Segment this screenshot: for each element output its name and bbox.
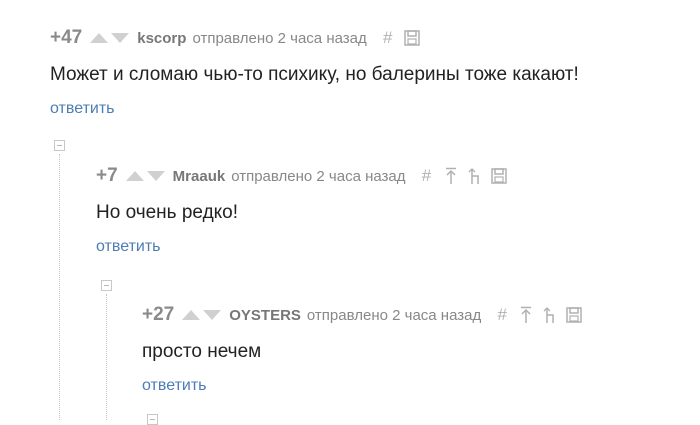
- comment-author[interactable]: Mraauk: [173, 168, 226, 185]
- reply-link[interactable]: ответить: [50, 100, 115, 118]
- comment-author[interactable]: OYSTERS: [229, 307, 301, 324]
- vote-controls: [182, 310, 222, 320]
- save-icon[interactable]: [490, 166, 508, 186]
- to-top-icon[interactable]: [442, 166, 460, 186]
- hash-icon[interactable]: #: [379, 28, 397, 48]
- vote-controls: [90, 33, 130, 43]
- comment-rating: +7: [96, 165, 118, 186]
- vote-up-icon[interactable]: [90, 33, 109, 43]
- hash-icon[interactable]: #: [493, 305, 511, 325]
- reply-link[interactable]: ответить: [142, 377, 207, 395]
- comment-rating: +27: [142, 304, 175, 325]
- comment-timestamp: отправлено 2 часа назад: [306, 306, 482, 324]
- comment-2: +7 Mraauk отправлено 2 часа назад # Но о…: [96, 164, 514, 256]
- comment-3: +27 OYSTERS отправлено 2 часа назад # пр…: [142, 303, 589, 395]
- parent-icon[interactable]: [466, 166, 484, 186]
- collapse-toggle-1[interactable]: [54, 140, 65, 151]
- save-icon[interactable]: [403, 28, 421, 48]
- thread-line-2: [106, 294, 107, 420]
- comment-tools: #: [379, 28, 427, 48]
- comment-author[interactable]: kscorp: [137, 30, 186, 47]
- comment-timestamp: отправлено 2 часа назад: [231, 167, 406, 185]
- comment-rating: +47: [50, 27, 83, 48]
- comment-tools: #: [418, 166, 514, 186]
- thread-line-1: [59, 154, 60, 420]
- vote-up-icon[interactable]: [182, 310, 201, 320]
- comment-timestamp: отправлено 2 часа назад: [192, 29, 367, 47]
- vote-up-icon[interactable]: [125, 171, 144, 181]
- parent-icon[interactable]: [541, 305, 559, 325]
- vote-controls: [125, 171, 165, 181]
- comment-text: Но очень редко!: [96, 202, 239, 223]
- comment-1: +47 kscorp отправлено 2 часа назад # Мож…: [50, 26, 579, 118]
- vote-down-icon[interactable]: [111, 33, 130, 43]
- save-icon[interactable]: [565, 305, 583, 325]
- to-top-icon[interactable]: [517, 305, 535, 325]
- comment-tools: #: [493, 305, 589, 325]
- comment-header: +47 kscorp отправлено 2 часа назад #: [50, 26, 579, 50]
- hash-icon[interactable]: #: [418, 166, 436, 186]
- comment-header: +7 Mraauk отправлено 2 часа назад #: [96, 164, 514, 188]
- comment-text: Может и сломаю чью-то психику, но балери…: [50, 64, 579, 85]
- vote-down-icon[interactable]: [146, 171, 165, 181]
- comment-header: +27 OYSTERS отправлено 2 часа назад #: [142, 303, 589, 327]
- collapse-toggle-2[interactable]: [101, 280, 112, 291]
- vote-down-icon[interactable]: [203, 310, 222, 320]
- comment-text: просто нечем: [142, 341, 262, 362]
- reply-link[interactable]: ответить: [96, 238, 161, 256]
